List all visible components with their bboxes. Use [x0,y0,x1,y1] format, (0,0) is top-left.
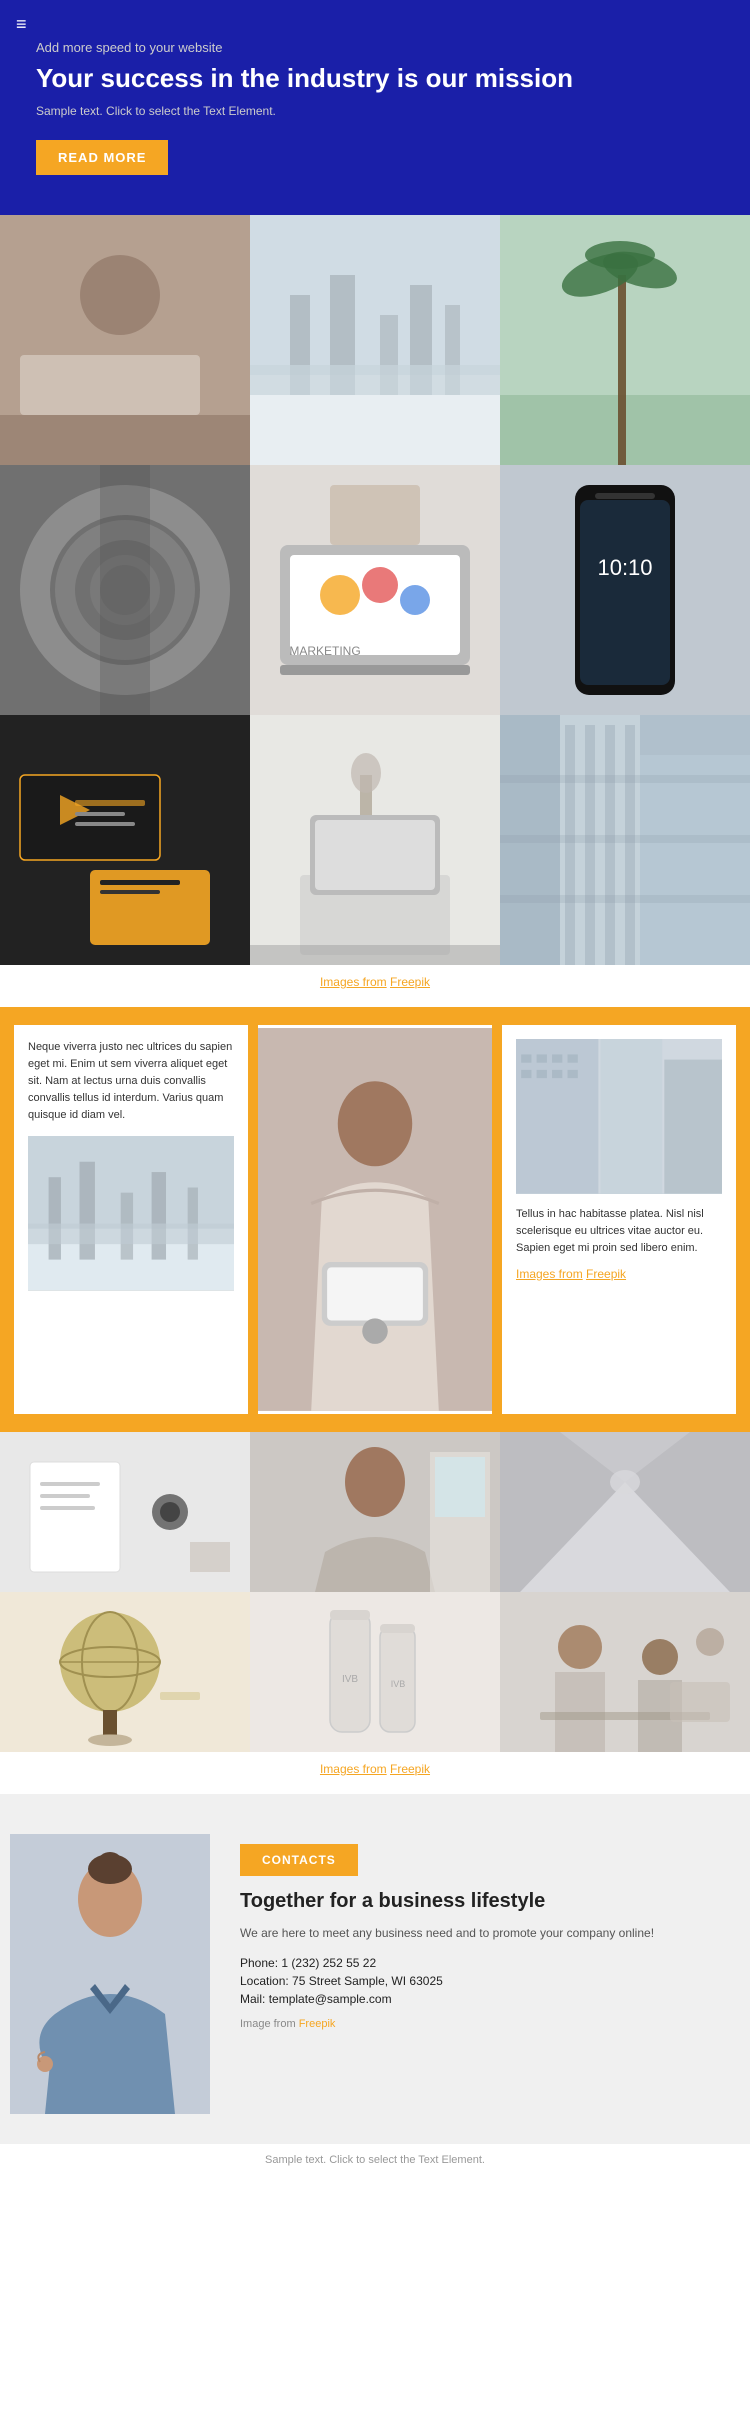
orange-card3-text: Tellus in hac habitasse platea. Nisl nis… [516,1206,722,1257]
contact-location-value: 75 Street Sample, WI 63025 [292,1974,443,1988]
photo-cell-corridor [500,1432,750,1592]
grid1-freepik-link[interactable]: Freepik [390,975,430,989]
contact-location-label: Location: [240,1974,289,1988]
photo-cell-business-meeting [500,1592,750,1752]
hero-subtitle: Sample text. Click to select the Text El… [36,104,714,118]
grid2-freepik-link[interactable]: Freepik [390,1762,430,1776]
photo-cell-desk-setup [250,715,500,965]
contact-person-image [0,1834,220,2114]
orange-card3-caption: Images from Freepik [516,1257,722,1284]
orange-feature-section: Neque viverra justo nec ultrices du sapi… [0,1007,750,1432]
photo-grid-1: MARKETING 10:10 [0,215,750,965]
contact-mail-label: Mail: [240,1992,265,2006]
footer-sample-text: Sample text. Click to select the Text El… [265,2154,485,2166]
svg-text:10:10: 10:10 [597,555,652,580]
hero-small-text: Add more speed to your website [36,40,714,55]
hamburger-menu-icon[interactable]: ≡ [16,14,27,35]
grid2-caption: Images from Freepik [0,1752,750,1794]
orange-card-3: Tellus in hac habitasse platea. Nisl nis… [502,1025,736,1414]
svg-text:IVB: IVB [391,1679,406,1689]
contact-location: Location: 75 Street Sample, WI 63025 [240,1974,720,1988]
contact-section: CONTACTS Together for a business lifesty… [0,1794,750,2144]
hero-title: Your success in the industry is our miss… [36,63,714,94]
contact-phone-value: 1 (232) 252 55 22 [281,1956,376,1970]
contact-img-caption-prefix: Image from [240,2018,296,2030]
orange-card1-text: Neque viverra justo nec ultrices du sapi… [28,1039,234,1124]
photo-cell-notepad [0,1432,250,1592]
orange-card3-caption-prefix: Images from [516,1267,583,1281]
photo-cell-city-fog [250,215,500,465]
contact-freepik-link[interactable]: Freepik [299,2018,336,2030]
photo-grid-2: IVB IVB [0,1432,750,1752]
orange-card3-freepik-link[interactable]: Freepik [586,1267,626,1281]
photo-cell-product-bottles: IVB IVB [250,1592,500,1752]
photo-cell-smartphone: 10:10 [500,465,750,715]
contact-info-block: CONTACTS Together for a business lifesty… [220,1834,720,2030]
orange-card1-image [28,1136,234,1291]
orange-card-1: Neque viverra justo nec ultrices du sapi… [14,1025,248,1414]
footer: Sample text. Click to select the Text El… [0,2144,750,2176]
photo-cell-palm-tree [500,215,750,465]
contact-title: Together for a business lifestyle [240,1888,720,1914]
svg-text:IVB: IVB [342,1674,358,1685]
contact-phone-label: Phone: [240,1956,278,1970]
photo-cell-woman-window [250,1432,500,1592]
orange-card-2 [258,1025,492,1414]
photo-cell-business-card [0,715,250,965]
svg-text:MARKETING: MARKETING [289,644,360,658]
photo-cell-globe [0,1592,250,1752]
photo-cell-laptop-marketing: MARKETING [250,465,500,715]
hero-section: ≡ Add more speed to your website Your su… [0,0,750,215]
grid1-caption-prefix: Images from [320,975,387,989]
contact-mail-value: template@sample.com [269,1992,392,2006]
photo-cell-building-upward [500,715,750,965]
photo-cell-architecture [0,465,250,715]
contacts-button[interactable]: CONTACTS [240,1844,358,1876]
read-more-button[interactable]: READ MORE [36,140,168,175]
photo-cell-person-work [0,215,250,465]
contact-mail: Mail: template@sample.com [240,1992,720,2006]
grid1-caption: Images from Freepik [0,965,750,1007]
grid2-caption-prefix: Images from [320,1762,387,1776]
contact-img-caption: Image from Freepik [240,2018,720,2030]
contact-phone: Phone: 1 (232) 252 55 22 [240,1956,720,1970]
contact-subtitle: We are here to meet any business need an… [240,1924,720,1942]
